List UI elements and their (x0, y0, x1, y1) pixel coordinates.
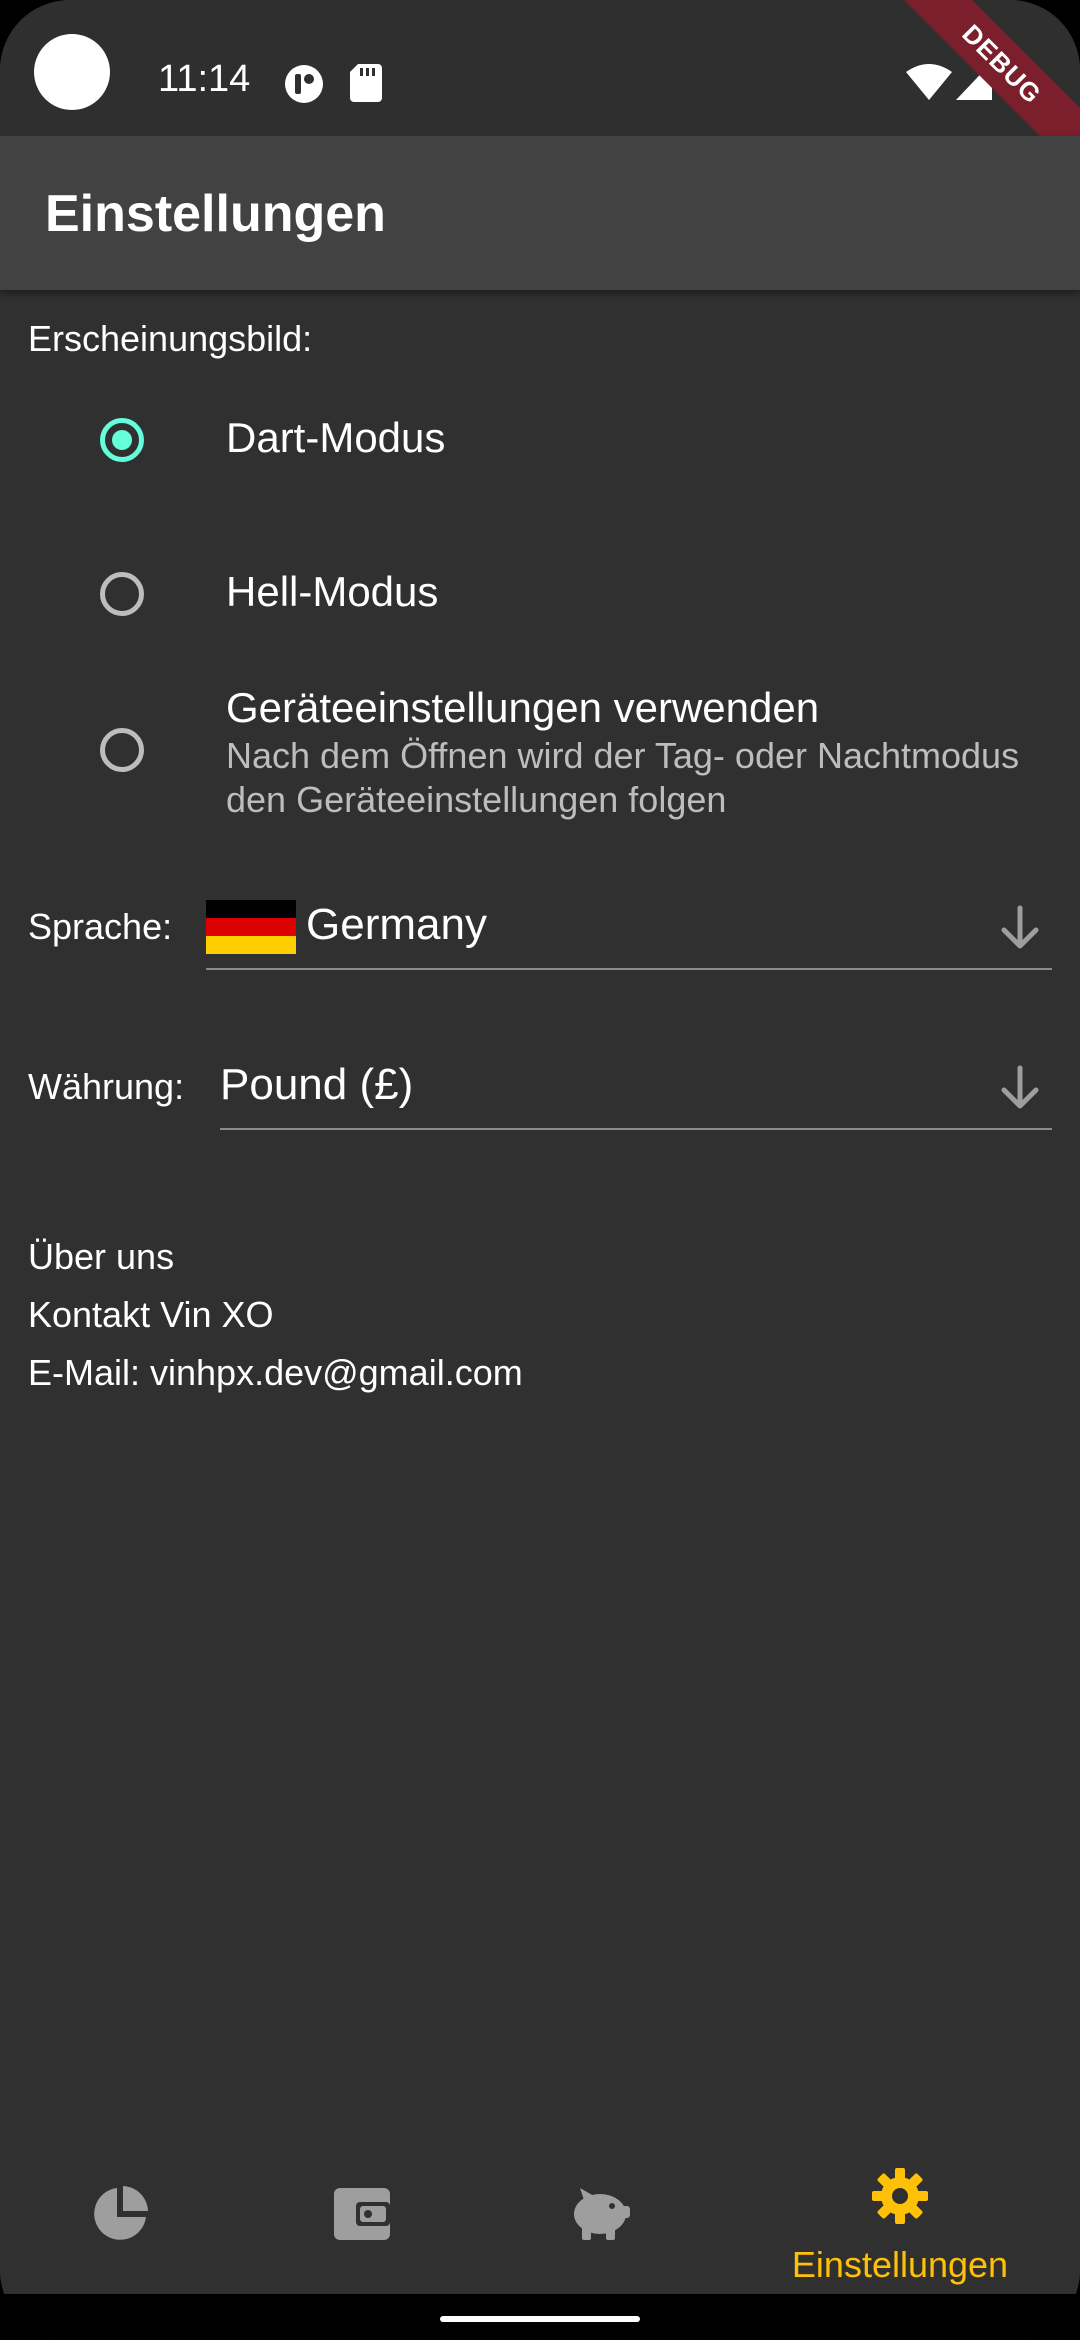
arrow-down-icon (1001, 905, 1039, 949)
appearance-label: Erscheinungsbild: (28, 318, 313, 359)
radio-option-light-mode[interactable]: Hell-Modus (0, 554, 1080, 634)
app-notification-icon (285, 65, 323, 103)
about-contact: Kontakt Vin XO (28, 1294, 274, 1335)
page-title: Einstellungen (45, 185, 386, 243)
bottom-navigation: Einstellungen (0, 2146, 1080, 2294)
pie-chart-icon (94, 2186, 148, 2240)
home-gesture-bar[interactable] (440, 2316, 640, 2322)
nav-item-savings[interactable] (480, 2146, 720, 2294)
germany-flag-icon (206, 900, 296, 954)
radio-option-device-settings[interactable]: Geräteeinstellungen verwenden Nach dem Ö… (0, 680, 1080, 830)
currency-label: Währung: (28, 1066, 185, 1107)
currency-dropdown[interactable]: Pound (£) (220, 1048, 1052, 1130)
radio-button-device-settings[interactable] (100, 728, 144, 772)
nav-label-settings: Einstellungen (791, 2244, 1009, 2285)
radio-subtitle-device-settings: Nach dem Öffnen wird der Tag- oder Nacht… (226, 735, 1020, 820)
radio-button-dark-mode[interactable] (100, 418, 144, 462)
language-value: Germany (306, 900, 487, 949)
about-title: Über uns (28, 1236, 175, 1277)
currency-value: Pound (£) (220, 1060, 414, 1109)
nav-item-wallet[interactable] (240, 2146, 480, 2294)
status-bar: 11:14 DEBUG (0, 0, 1080, 188)
piggy-bank-icon (574, 2188, 630, 2240)
sd-card-icon (350, 64, 382, 102)
radio-title-dark-mode: Dart-Modus (226, 414, 446, 461)
radio-title-device-settings: Geräteeinstellungen verwenden (226, 684, 820, 731)
about-email[interactable]: E-Mail: vinhpx.dev@gmail.com (28, 1352, 523, 1394)
camera-cutout (34, 34, 110, 110)
nav-item-statistics[interactable] (0, 2146, 240, 2294)
radio-title-light-mode: Hell-Modus (226, 568, 439, 615)
nav-item-settings[interactable]: Einstellungen (720, 2146, 1080, 2294)
phone-screen: 11:14 DEBUG Einstellungen Erscheinungsbi… (0, 0, 1080, 2340)
gear-icon (872, 2168, 928, 2224)
arrow-down-icon (1001, 1065, 1039, 1109)
gesture-area (0, 2294, 1080, 2340)
radio-option-dark-mode[interactable]: Dart-Modus (0, 400, 1080, 480)
radio-button-light-mode[interactable] (100, 572, 144, 616)
wifi-icon (906, 64, 952, 100)
language-dropdown[interactable]: Germany (206, 888, 1052, 970)
wallet-icon (334, 2188, 390, 2240)
language-label: Sprache: (28, 906, 173, 947)
app-bar: Einstellungen (0, 136, 1080, 290)
status-time: 11:14 (158, 58, 251, 100)
